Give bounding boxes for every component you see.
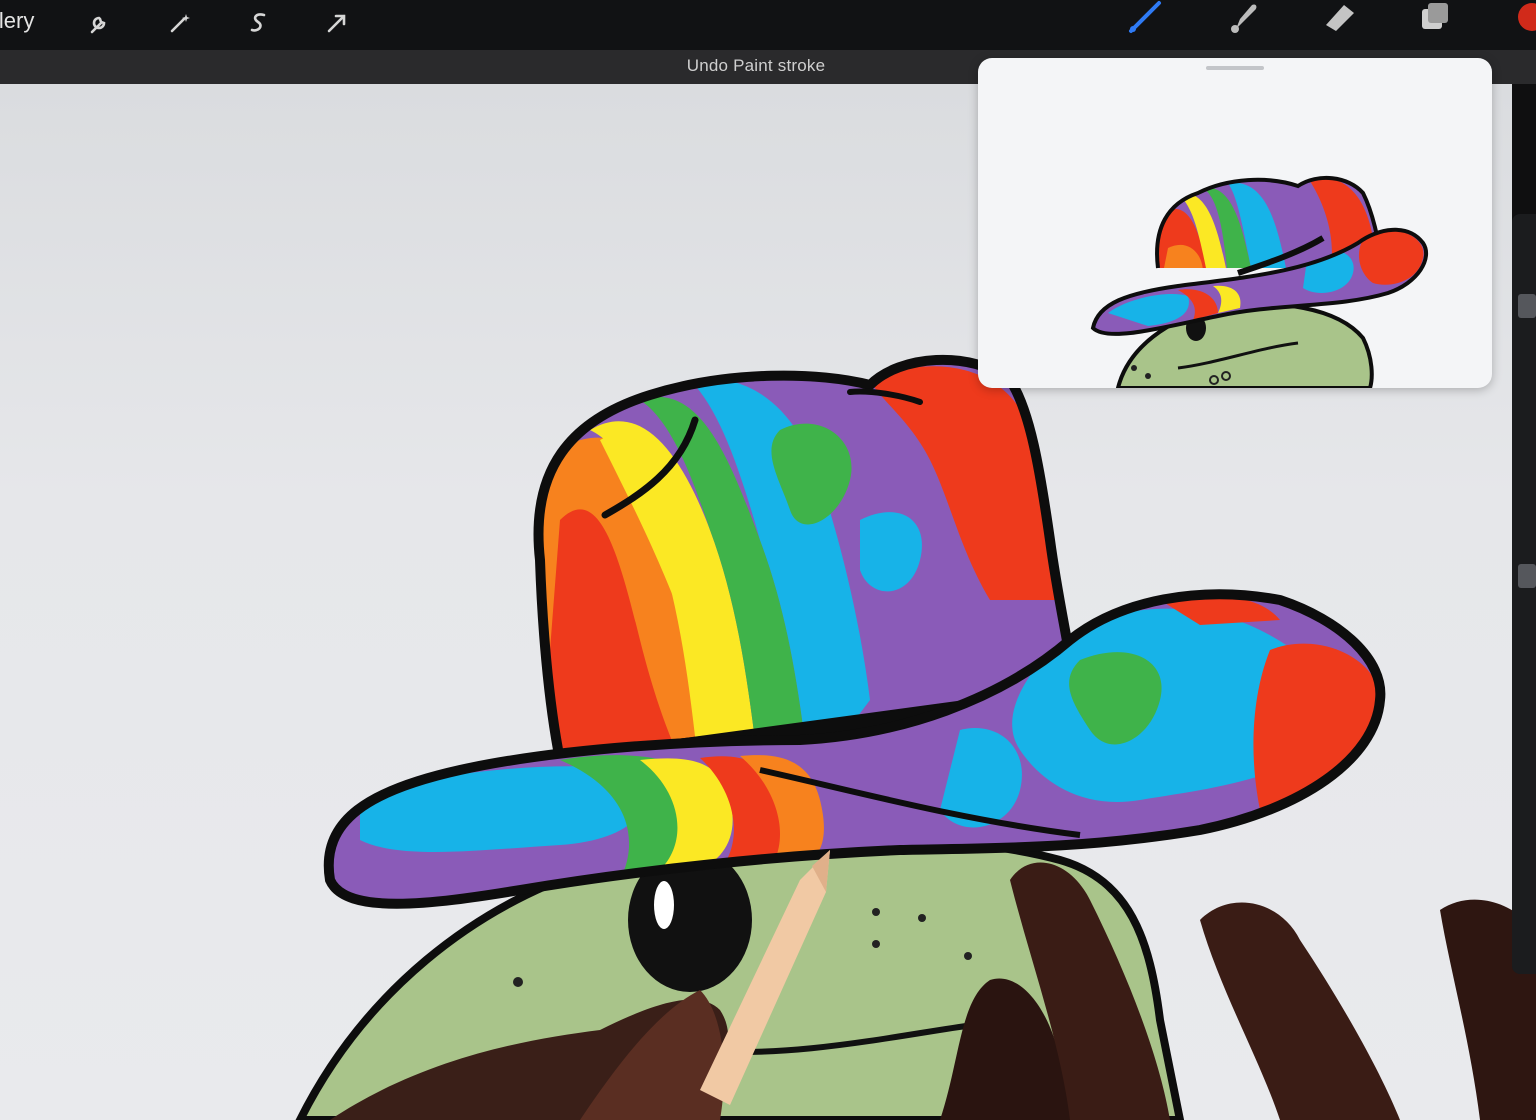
brush-opacity-slider[interactable] [1518, 564, 1536, 588]
brush-size-slider[interactable] [1518, 294, 1536, 318]
reference-image [1090, 175, 1429, 388]
reference-window[interactable] [978, 58, 1492, 388]
brush-sidebar [1512, 214, 1536, 974]
